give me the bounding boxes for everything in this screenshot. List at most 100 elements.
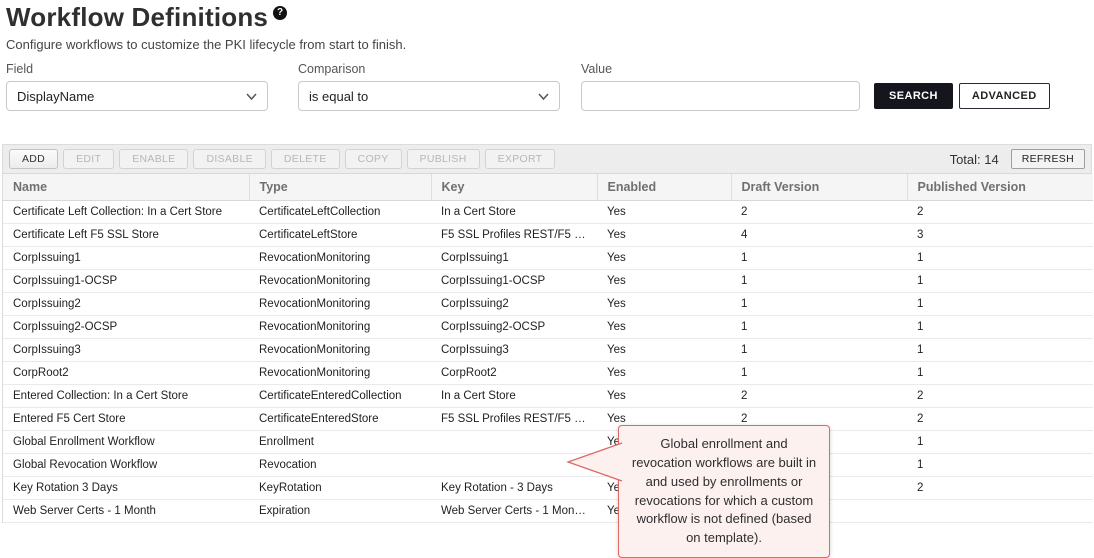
- refresh-button[interactable]: REFRESH: [1011, 149, 1085, 169]
- cell-name: Global Enrollment Workflow: [3, 431, 249, 454]
- cell-key: F5 SSL Profiles REST/F5 SSL: [431, 224, 597, 247]
- toolbar-button-edit: EDIT: [63, 149, 114, 169]
- table-row[interactable]: CorpIssuing2RevocationMonitoringCorpIssu…: [3, 293, 1093, 316]
- cell-type: RevocationMonitoring: [249, 362, 431, 385]
- toolbar-button-add[interactable]: ADD: [9, 149, 58, 169]
- toolbar-button-enable: ENABLE: [119, 149, 188, 169]
- cell-type: CertificateLeftCollection: [249, 201, 431, 224]
- field-label: Field: [6, 62, 268, 76]
- cell-name: Entered Collection: In a Cert Store: [3, 385, 249, 408]
- field-select-value: DisplayName: [17, 89, 94, 104]
- cell-enabled: Yes: [597, 201, 731, 224]
- comparison-select[interactable]: is equal to: [298, 81, 560, 111]
- chevron-down-icon: [538, 93, 549, 100]
- column-header-name[interactable]: Name: [3, 174, 249, 201]
- cell-enabled: Yes: [597, 270, 731, 293]
- cell-enabled: Yes: [597, 224, 731, 247]
- cell-name: Entered F5 Cert Store: [3, 408, 249, 431]
- table-row[interactable]: Certificate Left Collection: In a Cert S…: [3, 201, 1093, 224]
- table-row[interactable]: Certificate Left F5 SSL StoreCertificate…: [3, 224, 1093, 247]
- cell-type: RevocationMonitoring: [249, 293, 431, 316]
- table-row[interactable]: CorpIssuing1RevocationMonitoringCorpIssu…: [3, 247, 1093, 270]
- cell-key: F5 SSL Profiles REST/F5 SSL: [431, 408, 597, 431]
- cell-key: In a Cert Store: [431, 385, 597, 408]
- value-label: Value: [581, 62, 860, 76]
- table-header-row: NameTypeKeyEnabledDraft VersionPublished…: [3, 174, 1093, 201]
- cell-draft-version: 1: [731, 316, 907, 339]
- comparison-select-value: is equal to: [309, 89, 368, 104]
- column-header-published-version[interactable]: Published Version: [907, 174, 1093, 201]
- cell-enabled: Yes: [597, 339, 731, 362]
- toolbar-button-export: EXPORT: [485, 149, 556, 169]
- value-input[interactable]: [581, 81, 860, 111]
- cell-name: Web Server Certs - 1 Month: [3, 500, 249, 523]
- cell-key: CorpRoot2: [431, 362, 597, 385]
- cell-type: Expiration: [249, 500, 431, 523]
- grid-toolbar: ADDEDITENABLEDISABLEDELETECOPYPUBLISHEXP…: [3, 145, 1091, 174]
- search-bar: Field DisplayName Comparison is equal to…: [6, 62, 1092, 111]
- page-subtitle: Configure workflows to customize the PKI…: [6, 37, 1092, 52]
- table-row[interactable]: CorpIssuing1-OCSPRevocationMonitoringCor…: [3, 270, 1093, 293]
- help-icon[interactable]: ?: [273, 6, 287, 20]
- cell-name: Key Rotation 3 Days: [3, 477, 249, 500]
- cell-type: RevocationMonitoring: [249, 247, 431, 270]
- cell-type: KeyRotation: [249, 477, 431, 500]
- cell-enabled: Yes: [597, 362, 731, 385]
- cell-published-version: 1: [907, 362, 1093, 385]
- cell-published-version: 1: [907, 431, 1093, 454]
- cell-type: CertificateEnteredCollection: [249, 385, 431, 408]
- cell-type: CertificateLeftStore: [249, 224, 431, 247]
- cell-draft-version: 2: [731, 201, 907, 224]
- chevron-down-icon: [246, 93, 257, 100]
- field-select[interactable]: DisplayName: [6, 81, 268, 111]
- callout-arrow: [565, 441, 623, 483]
- table-row[interactable]: Key Rotation 3 DaysKeyRotationKey Rotati…: [3, 477, 1093, 500]
- cell-draft-version: 2: [731, 385, 907, 408]
- cell-key: CorpIssuing1-OCSP: [431, 270, 597, 293]
- workflow-grid-panel: ADDEDITENABLEDISABLEDELETECOPYPUBLISHEXP…: [2, 144, 1092, 523]
- workflow-table: NameTypeKeyEnabledDraft VersionPublished…: [3, 174, 1093, 523]
- cell-name: CorpRoot2: [3, 362, 249, 385]
- total-count: Total: 14: [950, 152, 999, 167]
- search-button[interactable]: SEARCH: [874, 83, 953, 109]
- advanced-button[interactable]: ADVANCED: [959, 83, 1050, 109]
- cell-name: Certificate Left Collection: In a Cert S…: [3, 201, 249, 224]
- cell-draft-version: 1: [731, 362, 907, 385]
- column-header-key[interactable]: Key: [431, 174, 597, 201]
- cell-published-version: 1: [907, 454, 1093, 477]
- table-row[interactable]: CorpRoot2RevocationMonitoringCorpRoot2Ye…: [3, 362, 1093, 385]
- table-row[interactable]: Global Revocation WorkflowRevocation1: [3, 454, 1093, 477]
- cell-enabled: Yes: [597, 316, 731, 339]
- cell-published-version: [907, 500, 1093, 523]
- info-callout: Global enrollment and revocation workflo…: [618, 425, 830, 558]
- cell-published-version: 1: [907, 270, 1093, 293]
- cell-type: RevocationMonitoring: [249, 316, 431, 339]
- cell-enabled: Yes: [597, 385, 731, 408]
- cell-published-version: 1: [907, 293, 1093, 316]
- table-row[interactable]: Entered F5 Cert StoreCertificateEnteredS…: [3, 408, 1093, 431]
- cell-type: Enrollment: [249, 431, 431, 454]
- column-header-type[interactable]: Type: [249, 174, 431, 201]
- cell-type: RevocationMonitoring: [249, 270, 431, 293]
- cell-key: CorpIssuing1: [431, 247, 597, 270]
- table-row[interactable]: CorpIssuing3RevocationMonitoringCorpIssu…: [3, 339, 1093, 362]
- cell-draft-version: 1: [731, 270, 907, 293]
- cell-type: RevocationMonitoring: [249, 339, 431, 362]
- table-row[interactable]: Entered Collection: In a Cert StoreCerti…: [3, 385, 1093, 408]
- column-header-draft-version[interactable]: Draft Version: [731, 174, 907, 201]
- cell-published-version: 1: [907, 247, 1093, 270]
- cell-draft-version: 1: [731, 339, 907, 362]
- cell-published-version: 2: [907, 477, 1093, 500]
- toolbar-button-disable: DISABLE: [193, 149, 265, 169]
- cell-key: CorpIssuing2-OCSP: [431, 316, 597, 339]
- column-header-enabled[interactable]: Enabled: [597, 174, 731, 201]
- cell-key: CorpIssuing2: [431, 293, 597, 316]
- toolbar-button-publish: PUBLISH: [407, 149, 480, 169]
- table-row[interactable]: Global Enrollment WorkflowEnrollmentYes1: [3, 431, 1093, 454]
- table-row[interactable]: CorpIssuing2-OCSPRevocationMonitoringCor…: [3, 316, 1093, 339]
- cell-published-version: 1: [907, 339, 1093, 362]
- table-row[interactable]: Web Server Certs - 1 MonthExpirationWeb …: [3, 500, 1093, 523]
- cell-published-version: 2: [907, 201, 1093, 224]
- callout-arrow-path: [568, 443, 622, 481]
- cell-draft-version: 1: [731, 293, 907, 316]
